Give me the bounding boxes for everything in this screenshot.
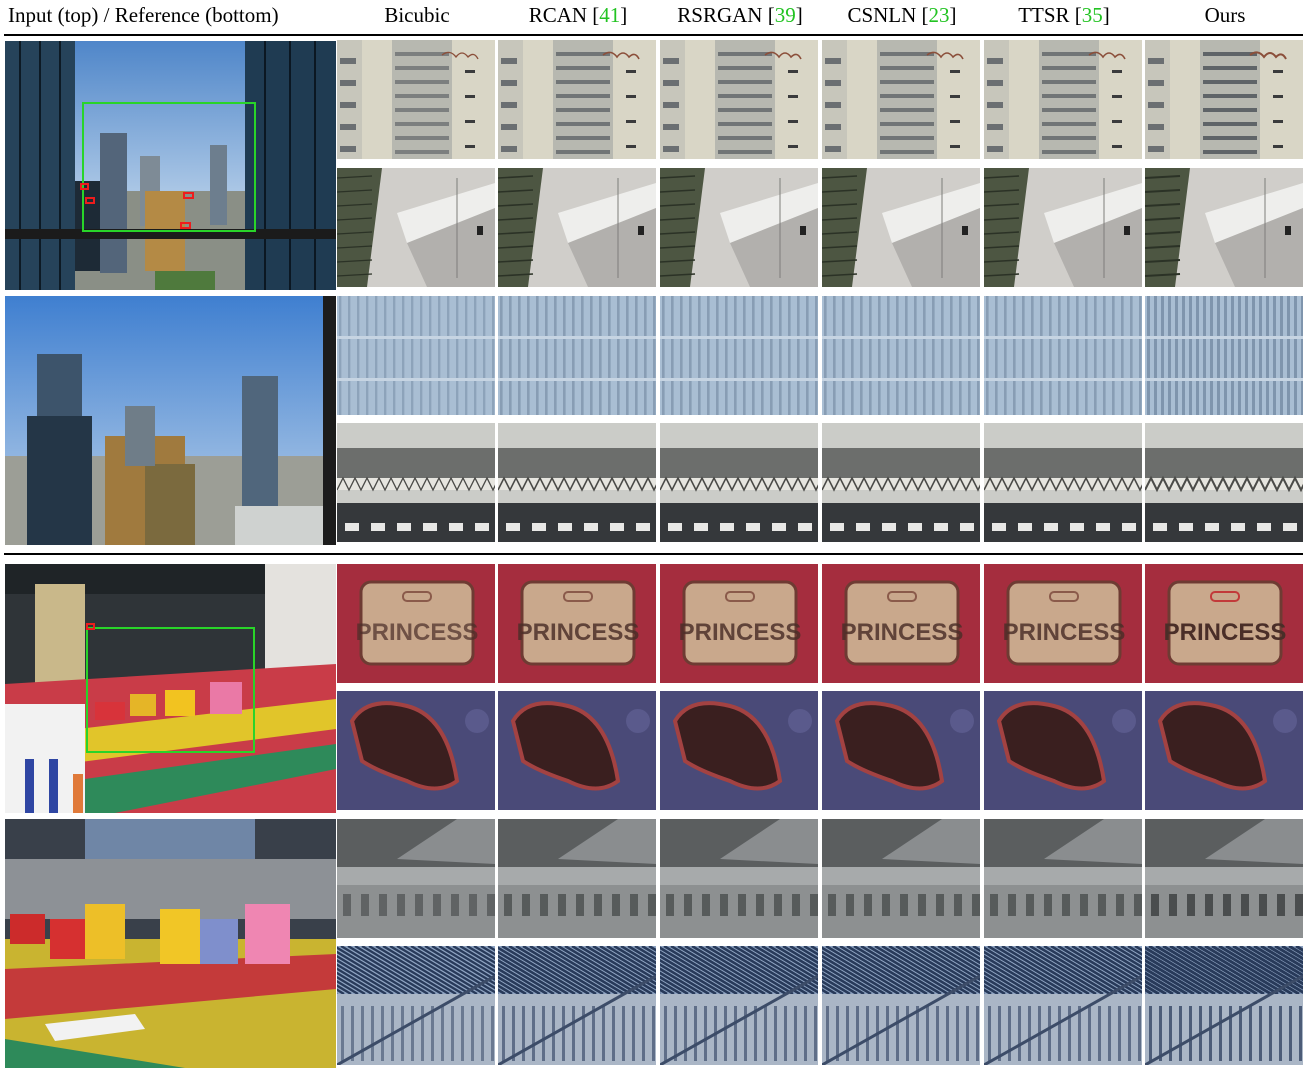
crop-road-ours — [1145, 168, 1303, 287]
crop-roofline-csnln — [822, 423, 980, 542]
header-ours: Ours — [1204, 3, 1246, 27]
section-divider — [4, 553, 1303, 555]
input-photo-playground — [5, 564, 336, 813]
header-csnln: CSNLN [23] — [847, 3, 957, 27]
crop-window-ours — [1145, 691, 1303, 810]
crop-plate-ours: PRINCESS — [1145, 564, 1303, 683]
crop-road-ttsr — [984, 168, 1142, 287]
crop-columns-csnln — [822, 296, 980, 415]
crop-plate-bicubic: PRINCESS — [337, 564, 495, 683]
crop-fence-bicubic — [337, 819, 495, 938]
crop-road-csnln — [822, 168, 980, 287]
crop-roofline-bicubic — [337, 423, 495, 542]
crop-road-rcan — [498, 168, 656, 287]
crop-fence-csnln — [822, 819, 980, 938]
crop-window-csnln — [822, 691, 980, 810]
crop-roofline-rsrgan — [660, 423, 818, 542]
crop-roofline-rcan — [498, 423, 656, 542]
plate-text: PRINCESS — [841, 619, 964, 646]
crop-fence-rsrgan — [660, 819, 818, 938]
reference-photo-city — [5, 296, 336, 545]
citation-rcan: 41 — [599, 3, 621, 27]
crop-window-bicubic — [337, 691, 495, 810]
plate-text: PRINCESS — [356, 619, 479, 646]
crop-columns-rsrgan — [660, 296, 818, 415]
crop-stripes-rcan — [498, 946, 656, 1065]
crop-columns-ours — [1145, 296, 1303, 415]
citation-ttsr: 35 — [1081, 3, 1103, 27]
plate-text: PRINCESS — [517, 619, 640, 646]
crop-plate-rcan: PRINCESS — [498, 564, 656, 683]
header-bicubic: Bicubic — [384, 3, 450, 27]
crop-stripes-bicubic — [337, 946, 495, 1065]
crop-fence-ttsr — [984, 819, 1142, 938]
crop-window-rcan — [498, 691, 656, 810]
crop-facade-csnln — [822, 40, 980, 159]
citation-csnln: 23 — [928, 3, 950, 27]
plate-text: PRINCESS — [1003, 619, 1126, 646]
crop-fence-rcan — [498, 819, 656, 938]
header-rule — [4, 34, 1303, 36]
crop-plate-rsrgan: PRINCESS — [660, 564, 818, 683]
crop-facade-bicubic — [337, 40, 495, 159]
header-ttsr: TTSR [35] — [1018, 3, 1110, 27]
crop-roofline-ours — [1145, 423, 1303, 542]
crop-facade-rcan — [498, 40, 656, 159]
header-rcan: RCAN [41] — [528, 3, 628, 27]
crop-window-rsrgan — [660, 691, 818, 810]
crop-road-rsrgan — [660, 168, 818, 287]
crop-stripes-ttsr — [984, 946, 1142, 1065]
crop-stripes-csnln — [822, 946, 980, 1065]
input-photo-city — [5, 41, 336, 290]
crop-fence-ours — [1145, 819, 1303, 938]
plate-text: PRINCESS — [679, 619, 802, 646]
crop-facade-ttsr — [984, 40, 1142, 159]
citation-rsrgan: 39 — [774, 3, 796, 27]
crop-facade-ours — [1145, 40, 1303, 159]
crop-columns-bicubic — [337, 296, 495, 415]
crop-plate-csnln: PRINCESS — [822, 564, 980, 683]
crop-stripes-ours — [1145, 946, 1303, 1065]
plate-text: PRINCESS — [1164, 619, 1287, 646]
crop-window-ttsr — [984, 691, 1142, 810]
crop-facade-rsrgan — [660, 40, 818, 159]
crop-columns-rcan — [498, 296, 656, 415]
header-input-reference: Input (top) / Reference (bottom) — [8, 3, 279, 27]
header-rsrgan: RSRGAN [39] — [677, 3, 803, 27]
crop-columns-ttsr — [984, 296, 1142, 415]
crop-stripes-rsrgan — [660, 946, 818, 1065]
crop-plate-ttsr: PRINCESS — [984, 564, 1142, 683]
crop-roofline-ttsr — [984, 423, 1142, 542]
reference-photo-playground — [5, 819, 336, 1068]
crop-road-bicubic — [337, 168, 495, 287]
